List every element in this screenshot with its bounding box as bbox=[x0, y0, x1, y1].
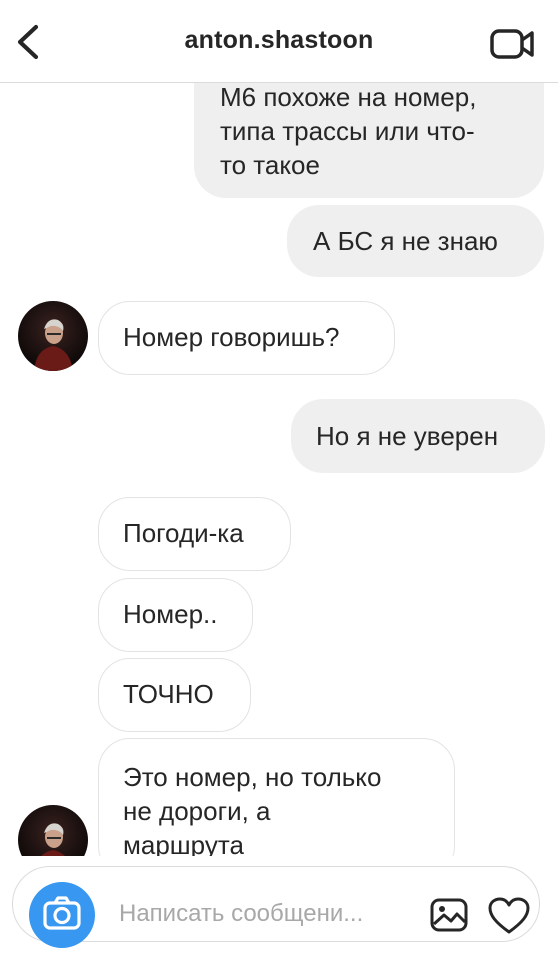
chat-username-title[interactable]: anton.shastoon bbox=[100, 26, 458, 55]
avatar[interactable] bbox=[18, 301, 88, 371]
video-camera-icon bbox=[490, 29, 534, 59]
profile-photo-icon bbox=[18, 805, 88, 856]
incoming-message[interactable]: Номер.. bbox=[98, 578, 253, 652]
composer-field[interactable] bbox=[12, 866, 540, 948]
camera-icon bbox=[43, 896, 81, 930]
profile-photo-icon bbox=[18, 301, 88, 371]
camera-button[interactable] bbox=[29, 882, 95, 948]
message-line: типа трассы или что- bbox=[220, 116, 475, 146]
heart-icon bbox=[488, 897, 530, 934]
outgoing-message[interactable]: А БС я не знаю bbox=[287, 205, 544, 277]
message-input[interactable] bbox=[119, 884, 409, 944]
gallery-icon bbox=[430, 898, 468, 932]
message-line: маршрута bbox=[123, 830, 244, 856]
chevron-left-icon bbox=[17, 24, 39, 60]
incoming-message[interactable]: Номер говоришь? bbox=[98, 301, 395, 375]
message-line: М6 похоже на номер, bbox=[220, 83, 477, 112]
avatar[interactable] bbox=[18, 805, 88, 856]
back-button[interactable] bbox=[8, 20, 48, 64]
message-line: не дороги, а bbox=[123, 796, 271, 826]
message-composer bbox=[0, 856, 558, 960]
incoming-message[interactable]: ТОЧНО bbox=[98, 658, 251, 732]
message-line: Номер.. bbox=[123, 599, 218, 629]
chat-header: anton.shastoon bbox=[0, 0, 558, 83]
message-line: Но я не уверен bbox=[316, 421, 499, 451]
message-line: ТОЧНО bbox=[123, 679, 214, 709]
incoming-message[interactable]: Погоди-ка bbox=[98, 497, 291, 571]
message-thread[interactable]: М6 похоже на номер, типа трассы или что-… bbox=[0, 83, 558, 856]
like-button[interactable] bbox=[487, 896, 531, 936]
message-line: Это номер, но только bbox=[123, 762, 382, 792]
incoming-message[interactable]: Это номер, но только не дороги, а маршру… bbox=[98, 738, 455, 856]
video-call-button[interactable] bbox=[488, 24, 540, 64]
message-line: то такое bbox=[220, 150, 320, 180]
message-line: Номер говоришь? bbox=[123, 322, 340, 352]
outgoing-message[interactable]: Но я не уверен bbox=[291, 399, 545, 473]
message-line: А БС я не знаю bbox=[313, 226, 498, 256]
message-line: Погоди-ка bbox=[123, 518, 244, 548]
gallery-button[interactable] bbox=[429, 897, 469, 933]
outgoing-message[interactable]: М6 похоже на номер, типа трассы или что-… bbox=[194, 83, 544, 198]
